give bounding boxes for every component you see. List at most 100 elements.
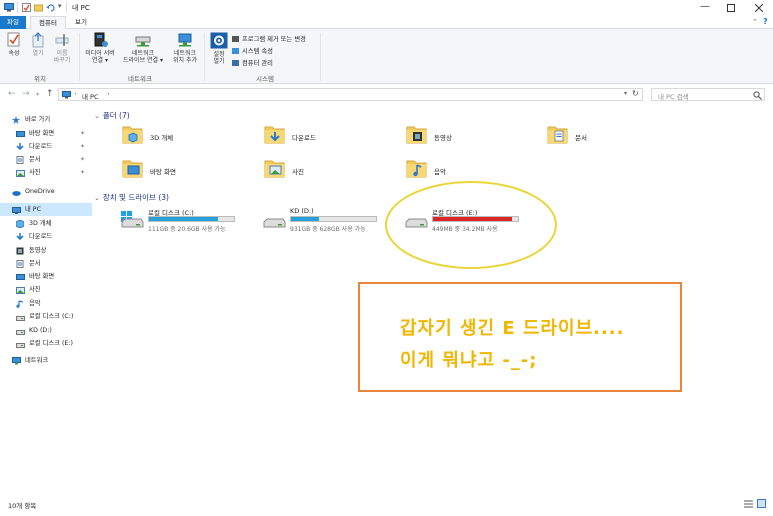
help-icon[interactable]: ?	[763, 17, 768, 26]
sidebar-item[interactable]: 로컬 디스크 (E:)	[0, 337, 92, 350]
drive-icon	[16, 340, 25, 348]
folder-item[interactable]: 바탕 화면	[122, 158, 252, 188]
group-label-network: 네트워크	[128, 75, 152, 83]
properties-button[interactable]: 속성	[4, 32, 24, 57]
recent-locations-icon[interactable]: ▾	[36, 91, 39, 98]
drive-item[interactable]: 로컬 디스크 (C:) 111GB 중 20.6GB 사용 가능	[120, 207, 255, 237]
document-icon	[16, 260, 24, 268]
computer-management-link[interactable]: 컴퓨터 관리	[232, 58, 306, 70]
sidebar-item-label: 사진	[29, 286, 41, 293]
search-icon[interactable]	[753, 91, 762, 100]
sidebar-item[interactable]: 문서 ✦	[0, 153, 92, 166]
sidebar-item[interactable]: 바탕 화면 ✦	[0, 127, 92, 140]
folder-item[interactable]: 3D 개체	[122, 124, 252, 154]
large-icons-view-icon[interactable]	[757, 499, 766, 508]
tab-view[interactable]: 보기	[68, 16, 94, 29]
pin-icon[interactable]: ✦	[80, 140, 85, 153]
open-button[interactable]: 열기	[28, 32, 48, 57]
tab-computer[interactable]: 컴퓨터	[30, 16, 66, 29]
sidebar-item-label: 로컬 디스크 (E:)	[29, 340, 73, 347]
pin-icon[interactable]: ✦	[80, 166, 85, 179]
folder-item[interactable]: 동영상	[406, 124, 536, 154]
sidebar-item[interactable]: OneDrive	[0, 185, 92, 198]
sidebar-item[interactable]: 네트워크	[0, 354, 92, 367]
breadcrumb-current[interactable]: 내 PC	[82, 91, 99, 101]
cloud-icon	[12, 188, 21, 196]
sidebar-item[interactable]: 로컬 디스크 (C:)	[0, 310, 92, 323]
sidebar-item-label: 바탕 화면	[29, 273, 55, 280]
address-dropdown-icon[interactable]: ▾	[624, 90, 627, 97]
sidebar-item[interactable]: 다운로드	[0, 230, 92, 243]
sidebar-item[interactable]: 내 PC	[0, 203, 92, 216]
search-input[interactable]: 내 PC 검색	[651, 88, 765, 101]
pin-icon[interactable]: ✦	[80, 153, 85, 166]
sidebar-item-label: 3D 개체	[29, 220, 52, 227]
minimize-button[interactable]: —	[700, 1, 710, 12]
network-drive-icon	[135, 36, 151, 47]
address-input[interactable]: › 내 PC › ▾ ↻	[58, 88, 643, 101]
ribbon-collapse-icon[interactable]: ⌃	[752, 18, 758, 26]
folder-name: 3D 개체	[150, 134, 174, 142]
forward-arrow-icon[interactable]: →	[22, 89, 30, 99]
divider	[79, 33, 80, 81]
undo-quick-icon[interactable]	[46, 3, 55, 12]
sidebar-item-label: 문서	[29, 156, 41, 163]
uninstall-program-link[interactable]: 프로그램 제거 또는 변경	[232, 34, 306, 46]
media-server-button[interactable]: 미디어 서버 연결 ▾	[82, 32, 118, 64]
drive-usage-bar	[290, 216, 377, 222]
sidebar-item[interactable]: 동영상	[0, 244, 92, 257]
folder-item[interactable]: 문서	[547, 124, 677, 154]
map-network-drive-button[interactable]: 네트워크 드라이브 연결 ▾	[118, 32, 168, 64]
sidebar-item-label: 다운로드	[29, 233, 53, 240]
scrollbar[interactable]	[769, 108, 773, 496]
system-properties-link[interactable]: 시스템 속성	[232, 46, 306, 58]
open-icon	[32, 32, 44, 48]
drive-capacity-text: 931GB 중 628GB 사용 가능	[290, 226, 366, 233]
folders-group-header[interactable]: ⌄ 폴더 (7)	[94, 110, 130, 121]
sidebar-item[interactable]: KD (D:)	[0, 324, 92, 337]
sidebar-item-label: OneDrive	[25, 188, 55, 195]
rename-button[interactable]: 이름 바꾸기	[50, 32, 74, 64]
sidebar-item[interactable]: 음악	[0, 297, 92, 310]
new-folder-quick-icon[interactable]	[34, 3, 43, 12]
maximize-button[interactable]	[727, 4, 735, 12]
computer-management-icon	[232, 60, 239, 66]
document-icon	[16, 156, 24, 164]
add-network-location-button[interactable]: 네트워크 위치 추가	[168, 32, 202, 64]
picture-folder-icon	[264, 158, 286, 178]
chevron-down-icon: ⌄	[94, 112, 100, 120]
sidebar-item-label: 다운로드	[29, 143, 53, 150]
sidebar-item[interactable]: 사진 ✦	[0, 166, 92, 179]
drive-name: KD (D:)	[290, 207, 314, 215]
cube-folder-icon	[122, 124, 144, 144]
up-arrow-icon[interactable]: ↑	[46, 89, 54, 99]
folder-item[interactable]: 다운로드	[264, 124, 394, 154]
quick-access-dropdown-icon[interactable]: ▾	[58, 2, 62, 10]
sidebar-item[interactable]: 사진	[0, 283, 92, 296]
sidebar-item-label: 로컬 디스크 (C:)	[29, 313, 74, 320]
sidebar-item-label: 바로 가기	[25, 116, 51, 123]
document-folder-icon	[547, 124, 569, 144]
close-button[interactable]	[755, 4, 763, 12]
pin-icon[interactable]: ✦	[80, 127, 85, 140]
drive-item[interactable]: KD (D:) 931GB 중 628GB 사용 가능	[262, 207, 397, 237]
sidebar-item[interactable]: 바로 가기	[0, 113, 92, 126]
back-arrow-icon[interactable]: ←	[8, 89, 16, 99]
folder-name: 다운로드	[292, 134, 316, 142]
breadcrumb-separator[interactable]: ›	[107, 90, 110, 98]
properties-quick-icon[interactable]	[22, 3, 31, 12]
folder-item[interactable]: 사진	[264, 158, 394, 188]
sidebar-item[interactable]: 다운로드 ✦	[0, 140, 92, 153]
refresh-icon[interactable]: ↻	[632, 89, 639, 98]
sidebar-item[interactable]: 바탕 화면	[0, 270, 92, 283]
details-view-icon[interactable]	[744, 500, 753, 508]
drives-group-header[interactable]: ⌄ 장치 및 드라이브 (3)	[94, 192, 169, 203]
open-settings-button[interactable]: 설정 열기	[208, 32, 230, 65]
tab-file[interactable]: 파일	[0, 16, 26, 29]
sidebar-item[interactable]: 문서	[0, 257, 92, 270]
title-bar: ▾ 내 PC —	[0, 0, 773, 16]
folder-name: 동영상	[434, 134, 452, 142]
sidebar-item[interactable]: 3D 개체	[0, 217, 92, 230]
music-folder-icon	[406, 158, 428, 178]
folder-name: 음악	[434, 168, 446, 176]
